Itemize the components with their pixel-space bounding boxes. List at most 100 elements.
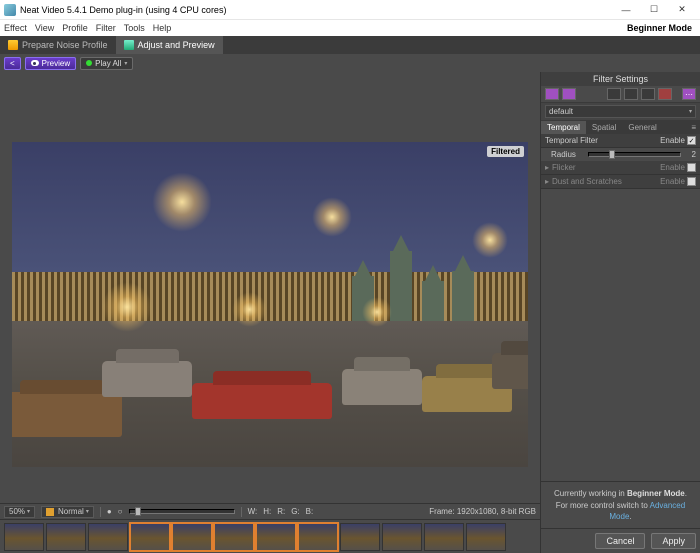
dialog-buttons: Cancel Apply — [541, 528, 700, 553]
tab-temporal[interactable]: Temporal — [541, 121, 586, 134]
tab-label: Adjust and Preview — [138, 40, 215, 50]
apply-button[interactable]: Apply — [651, 533, 696, 549]
frame-thumb[interactable] — [424, 523, 464, 551]
titlebar: Neat Video 5.4.1 Demo plug-in (using 4 C… — [0, 0, 700, 20]
radius-label: Radius — [551, 150, 585, 159]
expand-icon[interactable]: ▸ — [545, 163, 549, 172]
play-icon — [86, 60, 92, 66]
app-icon — [4, 4, 16, 16]
dust-enable-checkbox[interactable] — [687, 177, 696, 186]
body: Filtered 50%▾ Normal▾ ● ○ W: H: R: — [0, 72, 700, 553]
preset-btn-1[interactable] — [545, 88, 559, 100]
center-panel: Filtered 50%▾ Normal▾ ● ○ W: H: R: — [0, 72, 540, 553]
frame-thumb[interactable] — [214, 523, 254, 551]
viewport[interactable]: Filtered — [0, 72, 540, 503]
maximize-button[interactable]: ☐ — [640, 1, 668, 19]
preset-btn-2[interactable] — [562, 88, 576, 100]
frame-strip — [0, 519, 540, 553]
circle-icon: ○ — [118, 507, 123, 516]
frame-thumb[interactable] — [298, 523, 338, 551]
menu-filter[interactable]: Filter — [96, 23, 116, 33]
w-label: W: — [248, 507, 258, 516]
frame-thumb[interactable] — [88, 523, 128, 551]
menu-profile[interactable]: Profile — [62, 23, 88, 33]
preset-name: default — [549, 107, 573, 116]
r-label: R: — [277, 507, 285, 516]
tab-spatial[interactable]: Spatial — [586, 121, 622, 134]
preset-combo-row: default ▾ — [541, 103, 700, 121]
bullet-icon: ● — [107, 507, 112, 516]
zoom-combo[interactable]: 50%▾ — [4, 506, 35, 518]
panel-title: Filter Settings — [541, 72, 700, 86]
temporal-enable-checkbox[interactable]: ✓ — [687, 136, 696, 145]
tab-adjust-and-preview[interactable]: Adjust and Preview — [116, 36, 223, 54]
play-all-label: Play All — [95, 59, 121, 68]
menu-effect[interactable]: Effect — [4, 23, 27, 33]
filter-settings-panel: Filter Settings ⋯ default ▾ Temporal — [540, 72, 700, 553]
chevron-down-icon: ▾ — [689, 108, 692, 115]
frame-thumb[interactable] — [256, 523, 296, 551]
radius-value: 2 — [684, 150, 696, 159]
frame-thumb[interactable] — [466, 523, 506, 551]
status-bar: 50%▾ Normal▾ ● ○ W: H: R: G: B: Frame: 1… — [0, 503, 540, 519]
play-all-button[interactable]: Play All ▾ — [80, 57, 133, 70]
frame-thumb[interactable] — [4, 523, 44, 551]
enable-label: Enable — [660, 177, 685, 186]
tab-general[interactable]: General — [622, 121, 662, 134]
frame-thumb[interactable] — [172, 523, 212, 551]
tab-label: Prepare Noise Profile — [22, 40, 108, 50]
enable-label: Enable — [660, 163, 685, 172]
preview-label: Preview — [42, 59, 70, 68]
close-button[interactable]: ✕ — [668, 1, 696, 19]
noise-profile-icon — [8, 40, 18, 50]
preview-button[interactable]: Preview — [25, 57, 76, 70]
app-window: Neat Video 5.4.1 Demo plug-in (using 4 C… — [0, 0, 700, 553]
preset-slot-1[interactable] — [607, 88, 621, 100]
preset-slot-3[interactable] — [641, 88, 655, 100]
preset-slot-2[interactable] — [624, 88, 638, 100]
preset-menu-button[interactable]: ⋯ — [682, 88, 696, 100]
cancel-button[interactable]: Cancel — [595, 533, 645, 549]
menu-view[interactable]: View — [35, 23, 54, 33]
window-title: Neat Video 5.4.1 Demo plug-in (using 4 C… — [20, 5, 612, 15]
temporal-filter-section: Temporal Filter Enable ✓ — [541, 134, 700, 148]
filter-tabs: Temporal Spatial General ≡ — [541, 121, 700, 134]
blend-value: Normal — [58, 507, 84, 516]
frame-thumb[interactable] — [382, 523, 422, 551]
mode-footer: Currently working in Beginner Mode. For … — [541, 481, 700, 528]
main-tabs: Prepare Noise Profile Adjust and Preview — [0, 36, 700, 54]
minimize-button[interactable]: — — [612, 1, 640, 19]
opacity-slider[interactable] — [129, 509, 235, 514]
g-label: G: — [291, 507, 299, 516]
menubar: Effect View Profile Filter Tools Help Be… — [0, 20, 700, 36]
radius-row: Radius 2 — [541, 148, 700, 161]
mode-indicator[interactable]: Beginner Mode — [627, 23, 696, 33]
adjust-icon — [124, 40, 134, 50]
frame-info: Frame: 1920x1080, 8-bit RGB — [429, 507, 536, 516]
expand-icon[interactable]: ▸ — [545, 177, 549, 186]
preview-toolbar: < Preview Play All ▾ — [0, 54, 700, 72]
chevron-down-icon: ▾ — [124, 60, 127, 67]
filter-tabs-menu[interactable]: ≡ — [687, 121, 700, 134]
preset-slot-4[interactable] — [658, 88, 672, 100]
tab-prepare-noise-profile[interactable]: Prepare Noise Profile — [0, 36, 116, 54]
dust-section: ▸ Dust and Scratches Enable — [541, 175, 700, 189]
eye-icon — [31, 60, 39, 66]
preset-combo[interactable]: default ▾ — [545, 105, 696, 118]
preview-image: Filtered — [12, 142, 528, 467]
section-label: Flicker — [552, 163, 660, 172]
zoom-value: 50% — [9, 507, 25, 516]
back-button[interactable]: < — [4, 57, 21, 70]
frame-thumb[interactable] — [340, 523, 380, 551]
blend-combo[interactable]: Normal▾ — [41, 506, 94, 518]
b-label: B: — [306, 507, 314, 516]
menu-help[interactable]: Help — [153, 23, 172, 33]
frame-thumb[interactable] — [130, 523, 170, 551]
flicker-enable-checkbox[interactable] — [687, 163, 696, 172]
section-label: Dust and Scratches — [552, 177, 660, 186]
frame-thumb[interactable] — [46, 523, 86, 551]
flicker-section: ▸ Flicker Enable — [541, 161, 700, 175]
section-label: Temporal Filter — [545, 136, 660, 145]
radius-slider[interactable] — [588, 152, 681, 157]
menu-tools[interactable]: Tools — [124, 23, 145, 33]
